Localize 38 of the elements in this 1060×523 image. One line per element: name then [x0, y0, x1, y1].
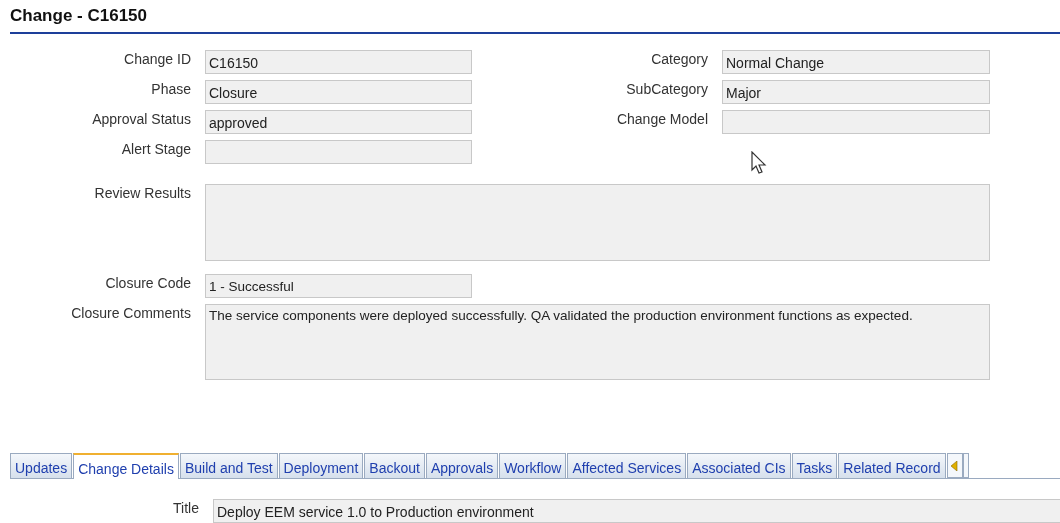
- caret-icon: [951, 460, 959, 471]
- text-field[interactable]: approved: [205, 110, 472, 134]
- tab[interactable]: Associated CIs: [687, 453, 791, 478]
- field-label: Change Model: [616, 110, 708, 127]
- tab[interactable]: Deployment: [278, 453, 364, 478]
- field-label: Phase: [151, 80, 191, 97]
- tab[interactable]: Approvals: [425, 453, 499, 478]
- text-field[interactable]: C16150: [205, 50, 472, 74]
- text-field[interactable]: [205, 140, 472, 164]
- field-label: Closure Code: [105, 274, 191, 291]
- field-label: Alert Stage: [121, 140, 191, 157]
- scroll-left-button[interactable]: [946, 453, 963, 478]
- page-title: Change - C16150: [10, 6, 147, 26]
- field-label: Change ID: [124, 50, 191, 67]
- tab[interactable]: Updates: [10, 453, 73, 478]
- scroll-right-button[interactable]: [962, 453, 969, 478]
- tab[interactable]: Backout: [364, 453, 425, 478]
- text-area[interactable]: The service components were deployed successfully. QA validated the production environment functions as expected.: [205, 304, 990, 380]
- text-field[interactable]: Normal Change: [722, 50, 990, 74]
- text-field[interactable]: Major: [722, 80, 990, 104]
- cursor-icon: [751, 151, 767, 175]
- field-label: Title: [173, 499, 199, 516]
- text-field[interactable]: [722, 110, 990, 134]
- text-field[interactable]: 1 - Successful: [205, 274, 472, 298]
- text-field[interactable]: Deploy EEM service 1.0 to Production environment: [213, 499, 1060, 523]
- field-label: Category: [651, 50, 708, 67]
- tab[interactable]: Affected Services: [567, 453, 687, 478]
- tab[interactable]: Build and Test: [179, 453, 278, 478]
- text-field[interactable]: Closure: [205, 80, 472, 104]
- tab[interactable]: Related Record: [838, 453, 946, 478]
- field-label: Review Results: [94, 184, 191, 201]
- tab[interactable]: Workflow: [499, 453, 567, 478]
- field-label: SubCategory: [626, 80, 708, 97]
- tab[interactable]: Change Details: [73, 453, 179, 479]
- field-label: Approval Status: [92, 110, 191, 127]
- tab[interactable]: Tasks: [791, 453, 838, 478]
- text-area[interactable]: [205, 184, 990, 261]
- field-label: Closure Comments: [71, 304, 191, 321]
